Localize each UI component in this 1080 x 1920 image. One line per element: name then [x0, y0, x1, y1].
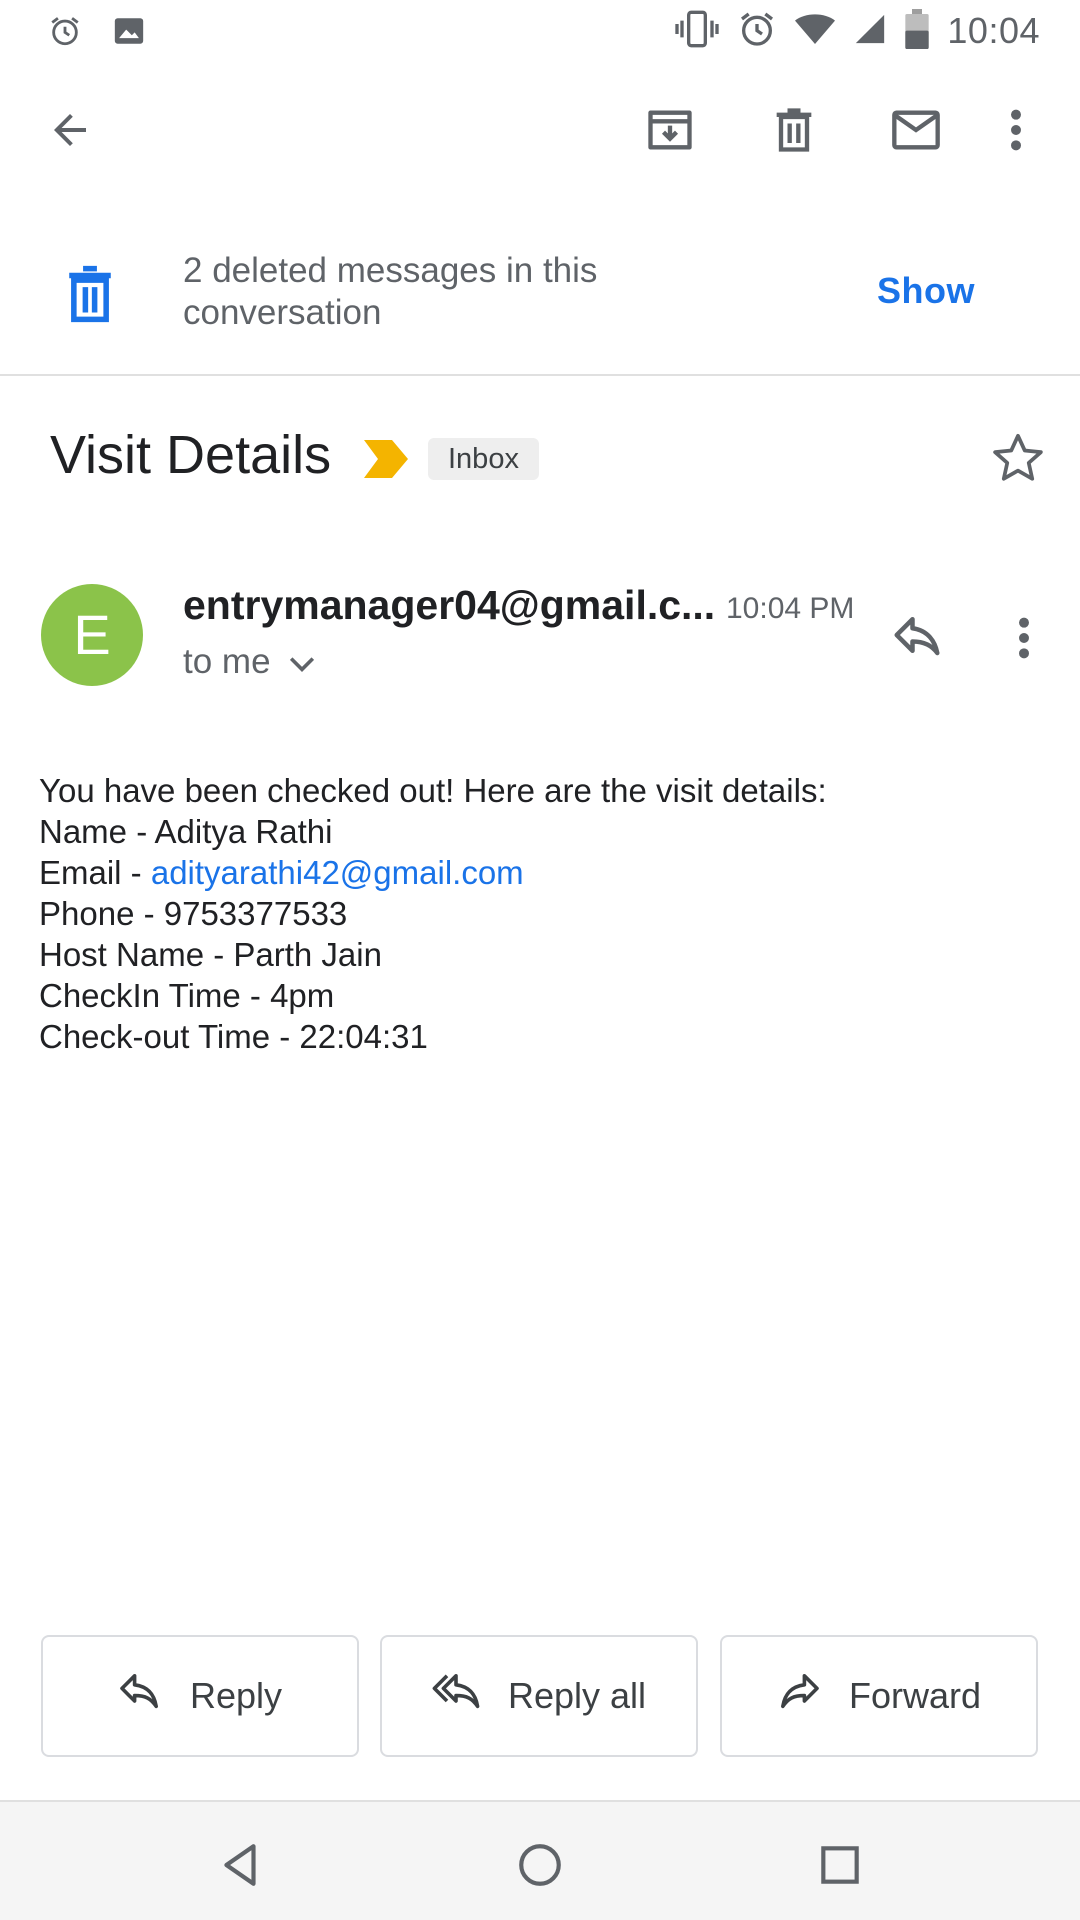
subject-row: Visit Details Inbox — [0, 408, 1080, 508]
recipient-details-toggle[interactable]: to me — [183, 642, 315, 682]
deleted-messages-banner: 2 deleted messages in this conversation … — [0, 230, 1080, 376]
visitor-email-link[interactable]: adityarathi42@gmail.com — [151, 854, 524, 891]
visitor-name-line: Name - Aditya Rathi — [39, 813, 333, 850]
sender-row: E entrymanager04@gmail.c... 10:04 PM to … — [0, 580, 1080, 700]
battery-icon — [905, 8, 930, 54]
reply-label: Reply — [189, 1675, 283, 1716]
message-actions: Reply Reply all Forward — [0, 1635, 1080, 1757]
alarm-icon — [48, 14, 82, 53]
recipient-text: to me — [183, 642, 271, 681]
checkout-time-line: Check-out Time - 22:04:31 — [39, 1018, 428, 1055]
forward-button[interactable]: Forward — [720, 1635, 1038, 1757]
back-triangle-icon[interactable] — [216, 1840, 266, 1890]
reply-all-icon — [432, 1673, 480, 1719]
reply-icon — [118, 1673, 162, 1719]
forward-label: Forward — [848, 1675, 982, 1716]
forward-icon — [777, 1673, 821, 1719]
reply-all-label: Reply all — [507, 1675, 647, 1716]
status-right-icons: 10:04 — [675, 8, 1040, 54]
message-body: You have been checked out! Here are the … — [39, 770, 1039, 1057]
more-options-button[interactable] — [992, 100, 1040, 164]
more-vert-icon — [1009, 107, 1023, 158]
visitor-email-line: Email - adityarathi42@gmail.com — [39, 852, 1039, 893]
checkin-time-line: CheckIn Time - 4pm — [39, 977, 335, 1014]
delete-button[interactable] — [762, 100, 826, 164]
archive-icon — [644, 104, 696, 161]
show-deleted-button[interactable]: Show — [877, 270, 975, 312]
inbox-label-chip[interactable]: Inbox — [428, 438, 539, 480]
email-subject: Visit Details — [50, 425, 332, 485]
archive-button[interactable] — [638, 100, 702, 164]
mark-unread-icon — [888, 104, 944, 161]
home-circle-icon[interactable] — [515, 1840, 565, 1890]
deleted-messages-text: 2 deleted messages in this conversation — [183, 251, 598, 332]
status-bar: 10:04 — [0, 0, 1080, 62]
back-arrow-icon — [46, 106, 94, 159]
reply-icon[interactable] — [890, 608, 950, 668]
vibrate-icon — [675, 9, 720, 54]
sender-avatar[interactable]: E — [41, 584, 143, 686]
message-time: 10:04 PM — [726, 592, 855, 625]
host-name-line: Host Name - Parth Jain — [39, 936, 382, 973]
reply-button[interactable]: Reply — [41, 1635, 359, 1757]
system-nav-bar — [0, 1800, 1080, 1920]
mark-unread-button[interactable] — [884, 100, 948, 164]
trash-icon — [62, 264, 118, 324]
importance-marker-icon[interactable] — [364, 440, 408, 483]
recents-square-icon[interactable] — [815, 1840, 865, 1890]
message-more-icon[interactable] — [1000, 608, 1048, 668]
image-icon — [112, 14, 146, 53]
alarm-icon — [737, 9, 777, 54]
status-left-icons — [48, 14, 146, 53]
chevron-down-icon — [289, 642, 315, 682]
back-button[interactable] — [38, 100, 102, 164]
reply-all-button[interactable]: Reply all — [380, 1635, 698, 1757]
status-time: 10:04 — [947, 10, 1040, 51]
sender-name[interactable]: entrymanager04@gmail.c... — [183, 582, 715, 629]
wifi-icon — [795, 12, 836, 51]
star-icon[interactable] — [990, 430, 1046, 486]
message-intro: You have been checked out! Here are the … — [39, 772, 827, 809]
delete-icon — [768, 104, 820, 161]
top-toolbar — [0, 62, 1080, 202]
email-prefix: Email - — [39, 854, 151, 891]
signal-icon — [853, 12, 887, 51]
visitor-phone-line: Phone - 9753377533 — [39, 895, 348, 932]
